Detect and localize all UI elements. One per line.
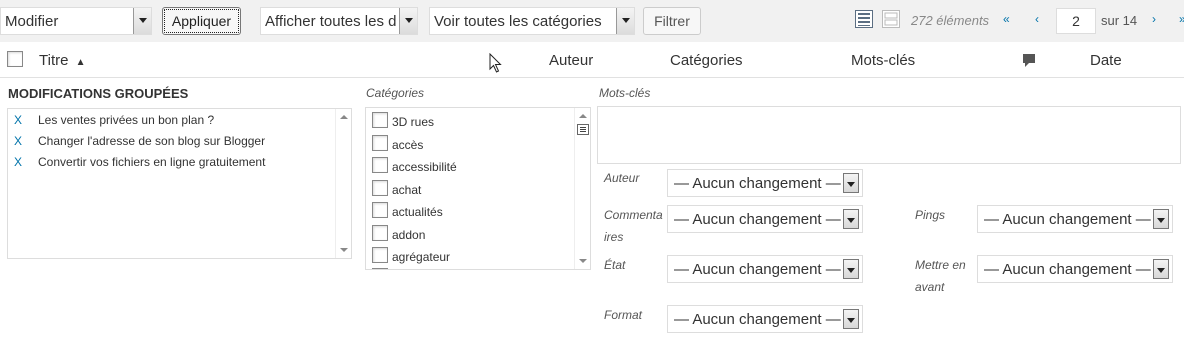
category-checkbox[interactable] [372,225,388,241]
category-checkbox[interactable] [372,112,388,128]
date-filter-value: Afficher toutes les d [265,13,397,30]
categories-checklist: 3D rues accès accessibilité achat actual… [365,107,591,270]
format-select-value: — Aucun changement — [674,311,841,328]
remove-post-button[interactable]: X [14,134,22,148]
mouse-cursor-icon [489,53,502,73]
comments-select[interactable]: — Aucun changement — [667,205,863,233]
bulk-action-select[interactable]: Modifier [0,7,152,35]
column-categories: Catégories [670,52,743,69]
comments-label-line-1: Commenta [604,208,663,222]
chevron-down-icon [843,209,859,229]
comments-label-line-2: ires [604,230,624,244]
chevron-down-icon [843,259,859,279]
format-select[interactable]: — Aucun changement — [667,305,863,333]
column-author: Auteur [549,52,594,69]
category-checkbox[interactable] [372,180,388,196]
category-label: 3D rues [392,115,435,129]
select-all-checkbox[interactable] [7,51,23,67]
posts-table-header: Titre ▲ Auteur Catégories Mots-clés Date [0,42,1184,78]
column-date[interactable]: Date [1090,52,1122,69]
column-title[interactable]: Titre ▲ [39,52,86,69]
category-checkbox[interactable] [372,268,388,269]
category-label: actualités [392,205,443,219]
author-label: Auteur [604,171,640,185]
sticky-select[interactable]: — Aucun changement — [977,255,1173,283]
post-title: Convertir vos fichiers en ligne gratuite… [38,155,266,169]
chevron-down-icon [616,8,634,34]
bulk-posts-list: X Les ventes privées un bon plan ? X Cha… [7,108,352,259]
category-label: addon [392,228,426,242]
category-filter-value: Voir toutes les catégories [434,13,602,30]
last-page-link[interactable]: » [1179,12,1184,26]
sticky-label: Mettre en avant [915,254,966,298]
status-select-value: — Aucun changement — [674,261,841,278]
comments-label: Commenta ires [604,204,663,248]
category-checkbox[interactable] [372,247,388,263]
author-select[interactable]: — Aucun changement — [667,169,863,197]
scroll-down-arrow-icon[interactable] [579,259,587,263]
list-view-icon[interactable] [855,10,873,28]
filter-button[interactable]: Filtrer [643,7,701,35]
category-checkbox[interactable] [372,157,388,173]
chevron-down-icon [1153,259,1169,279]
pings-select[interactable]: — Aucun changement — [977,205,1173,233]
sticky-label-line-2: avant [915,280,945,294]
status-select[interactable]: — Aucun changement — [667,255,863,283]
first-page-link[interactable]: « [1003,12,1010,26]
remove-post-button[interactable]: X [14,113,22,127]
tablenav-top: Modifier Appliquer Afficher toutes les d… [0,0,1184,42]
pings-label: Pings [915,208,946,222]
category-label: accès [392,138,424,152]
sticky-select-value: — Aucun changement — [984,261,1151,278]
next-page-link[interactable]: › [1152,12,1156,26]
column-tags: Mots-clés [851,52,916,69]
chevron-down-icon [1153,209,1169,229]
tags-label: Mots-clés [599,86,651,100]
chevron-down-icon [133,8,151,34]
category-filter-select[interactable]: Voir toutes les catégories [429,7,635,35]
author-select-value: — Aucun changement — [674,175,841,192]
excerpt-view-icon[interactable] [882,10,900,28]
prev-page-link[interactable]: ‹ [1035,12,1039,26]
scroll-up-arrow-icon[interactable] [579,114,587,118]
categories-label: Catégories [366,86,425,100]
pings-select-value: — Aucun changement — [984,211,1151,228]
chevron-down-icon [843,173,859,193]
post-title: Changer l'adresse de son blog sur Blogge… [38,134,266,148]
post-title: Les ventes privées un bon plan ? [38,113,215,127]
scroll-thumb-grip-icon[interactable] [576,124,590,135]
comment-bubble-icon[interactable] [1022,53,1036,68]
category-checkbox[interactable] [372,202,388,218]
format-label: Format [604,308,643,322]
apply-button[interactable]: Appliquer [162,7,241,35]
category-label: agrégateur [392,250,451,264]
column-title-label: Titre [39,52,69,69]
sort-ascending-icon: ▲ [75,57,86,68]
total-pages: sur 14 [1101,13,1138,28]
scroll-up-arrow-icon[interactable] [340,115,348,119]
remove-post-button[interactable]: X [14,155,22,169]
current-page-input[interactable]: 2 [1056,8,1096,34]
items-count: 272 éléments [911,13,990,28]
comments-select-value: — Aucun changement — [674,211,841,228]
chevron-down-icon [843,309,859,329]
date-filter-select[interactable]: Afficher toutes les d [260,7,418,35]
bulk-edit-heading: MODIFICATIONS GROUPÉES [8,86,189,101]
category-label: achat [392,183,422,197]
bulk-action-value: Modifier [5,13,59,30]
scrollbar[interactable] [574,108,590,269]
status-label: État [604,258,626,272]
sticky-label-line-1: Mettre en [915,258,966,272]
category-checkbox[interactable] [372,135,388,151]
scroll-down-arrow-icon[interactable] [340,248,348,252]
chevron-down-icon [399,8,417,34]
scrollbar[interactable] [335,109,351,258]
tags-textarea[interactable] [597,106,1181,164]
category-label: accessibilité [392,160,457,174]
